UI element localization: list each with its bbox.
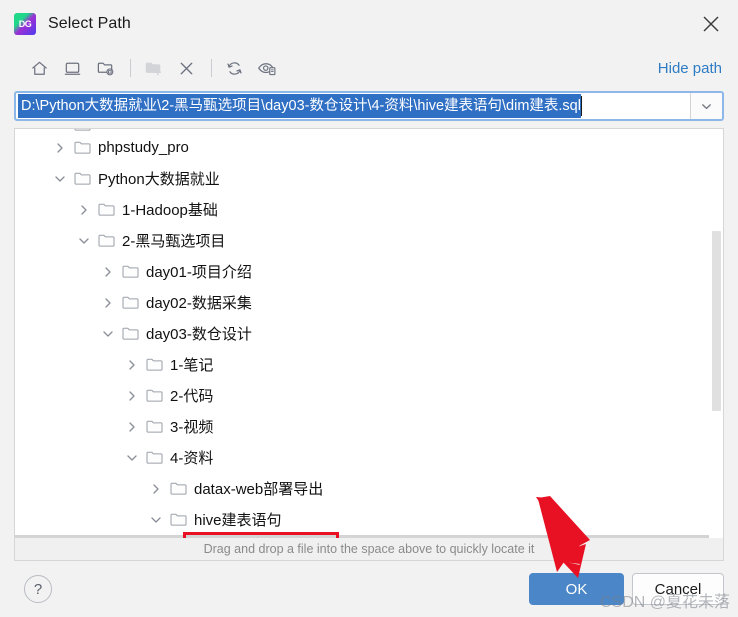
close-icon[interactable] — [692, 6, 730, 42]
drag-drop-hint-text: Drag and drop a file into the space abov… — [203, 542, 535, 556]
datagrip-icon — [14, 13, 36, 35]
tree-row[interactable]: datax-web部署导出 — [15, 473, 723, 504]
new-folder-icon[interactable] — [138, 54, 168, 82]
folder-icon — [119, 295, 141, 310]
file-tree[interactable]: phpstudy_pro Python大数据就业 1-Hadoop基础 2-黑马甄选项… — [15, 129, 723, 538]
project-folder-icon[interactable] — [90, 54, 120, 82]
help-button[interactable]: ? — [24, 575, 52, 603]
folder-icon — [119, 264, 141, 279]
path-toolbar: Hide path — [0, 48, 738, 88]
tree-row[interactable]: 3-视频 — [15, 411, 723, 442]
tree-row[interactable]: 2-黑马甄选项目 — [15, 225, 723, 256]
drag-drop-hint: Drag and drop a file into the space abov… — [14, 538, 724, 561]
folder-icon — [71, 171, 93, 186]
tree-row-selected[interactable]: dim建表.sql — [15, 535, 723, 538]
hide-path-link[interactable]: Hide path — [658, 60, 724, 77]
chevron-down-icon[interactable] — [145, 514, 167, 526]
tree-scrollbar[interactable] — [709, 129, 723, 538]
page-title: Select Path — [48, 15, 131, 32]
tree-row-label: day01-项目介绍 — [146, 264, 252, 281]
tree-row-label: 4-资料 — [170, 450, 214, 467]
tree-row[interactable]: 4-资料 — [15, 442, 723, 473]
tree-row[interactable]: day01-项目介绍 — [15, 256, 723, 287]
folder-icon — [95, 202, 117, 217]
tree-row-label: Python大数据就业 — [98, 171, 220, 188]
toolbar-separator-1 — [130, 59, 131, 77]
file-tree-panel: phpstudy_pro Python大数据就业 1-Hadoop基础 2-黑马甄选项… — [14, 128, 724, 538]
folder-icon — [143, 357, 165, 372]
toolbar-separator-2 — [211, 59, 212, 77]
chevron-down-icon[interactable] — [690, 93, 722, 119]
home-icon[interactable] — [24, 54, 54, 82]
folder-icon — [143, 419, 165, 434]
chevron-right-icon[interactable] — [121, 421, 143, 433]
path-combobox[interactable]: D:\Python大数据就业\2-黑马甄选项目\day03-数仓设计\4-资料\… — [14, 91, 724, 121]
chevron-right-icon[interactable] — [97, 266, 119, 278]
folder-icon — [143, 388, 165, 403]
tree-row[interactable]: 2-代码 — [15, 380, 723, 411]
tree-row[interactable]: 1-笔记 — [15, 349, 723, 380]
tree-row-label: phpstudy_pro — [98, 139, 189, 156]
chevron-right-icon[interactable] — [49, 142, 71, 154]
chevron-down-icon[interactable] — [97, 328, 119, 340]
tree-row[interactable]: 1-Hadoop基础 — [15, 194, 723, 225]
path-input[interactable]: D:\Python大数据就业\2-黑马甄选项目\day03-数仓设计\4-资料\… — [16, 93, 690, 119]
folder-icon — [71, 140, 93, 155]
chevron-right-icon[interactable] — [121, 359, 143, 371]
tree-row-label: day03-数仓设计 — [146, 326, 252, 343]
refresh-icon[interactable] — [219, 54, 249, 82]
dialog-footer: ? OK Cancel — [0, 561, 738, 617]
chevron-down-icon[interactable] — [121, 452, 143, 464]
show-hidden-icon[interactable] — [252, 54, 282, 82]
select-path-dialog: Select Path — [0, 0, 738, 617]
title-bar: Select Path — [0, 0, 738, 48]
chevron-right-icon[interactable] — [121, 390, 143, 402]
tree-row[interactable]: day03-数仓设计 — [15, 318, 723, 349]
path-input-value: D:\Python大数据就业\2-黑马甄选项目\day03-数仓设计\4-资料\… — [18, 94, 581, 118]
ok-button[interactable]: OK — [529, 573, 624, 605]
folder-icon — [143, 450, 165, 465]
folder-icon — [167, 481, 189, 496]
path-field-row: D:\Python大数据就业\2-黑马甄选项目\day03-数仓设计\4-资料\… — [0, 88, 738, 124]
tree-row-label: 2-黑马甄选项目 — [122, 233, 226, 250]
tree-row-label: hive建表语句 — [194, 512, 282, 529]
tree-row[interactable]: hive建表语句 — [15, 504, 723, 535]
text-caret — [580, 96, 583, 116]
tree-row[interactable]: Python大数据就业 — [15, 163, 723, 194]
desktop-icon[interactable] — [57, 54, 87, 82]
chevron-down-icon[interactable] — [49, 173, 71, 185]
tree-row[interactable]: phpstudy_pro — [15, 132, 723, 163]
chevron-right-icon[interactable] — [145, 483, 167, 495]
chevron-down-icon[interactable] — [73, 235, 95, 247]
tree-row-label: 1-笔记 — [170, 357, 214, 374]
tree-row-label: 3-视频 — [170, 419, 214, 436]
delete-icon[interactable] — [171, 54, 201, 82]
tree-row[interactable]: day02-数据采集 — [15, 287, 723, 318]
folder-icon — [167, 512, 189, 527]
tree-row-label: 1-Hadoop基础 — [122, 202, 218, 219]
folder-icon — [95, 233, 117, 248]
tree-scrollbar-thumb[interactable] — [712, 231, 721, 412]
chevron-right-icon[interactable] — [73, 204, 95, 216]
folder-icon — [119, 326, 141, 341]
chevron-right-icon[interactable] — [97, 297, 119, 309]
tree-row-label: datax-web部署导出 — [194, 481, 324, 498]
cancel-button[interactable]: Cancel — [632, 573, 724, 605]
tree-row-label: 2-代码 — [170, 388, 214, 405]
tree-row-label: day02-数据采集 — [146, 295, 252, 312]
